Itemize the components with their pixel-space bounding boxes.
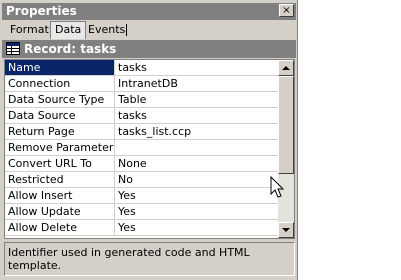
scroll-thumb[interactable] [278, 76, 294, 174]
property-value[interactable]: tasks [116, 60, 280, 75]
property-row[interactable]: Return Page tasks_list.ccp [5, 124, 280, 140]
property-name: Allow Update [5, 204, 115, 219]
property-value[interactable]: IntranetDB [116, 76, 280, 91]
vertical-scrollbar[interactable] [278, 60, 294, 238]
tab-events[interactable]: Events [84, 22, 129, 38]
property-value[interactable]: No [116, 172, 280, 187]
property-row[interactable]: Data Source tasks [5, 108, 280, 124]
title-bar[interactable]: Properties × [2, 3, 296, 20]
property-value[interactable]: Table [116, 92, 280, 107]
property-value[interactable]: Yes [116, 220, 280, 235]
close-icon: × [282, 5, 291, 16]
property-name: Remove Parameters [5, 140, 115, 155]
tab-format[interactable]: Format [6, 22, 53, 38]
property-name: Name [5, 60, 115, 75]
property-row[interactable]: Allow Insert Yes [5, 188, 280, 204]
property-description: Identifier used in generated code and HT… [4, 242, 295, 276]
window-title: Properties [6, 4, 77, 18]
tab-strip: Format Data Events [2, 21, 296, 39]
property-name: Return Page [5, 124, 115, 139]
record-grid-icon [6, 42, 20, 55]
property-value[interactable]: Yes [116, 204, 280, 219]
tab-data[interactable]: Data [50, 21, 87, 39]
properties-panel: Properties × Format Data Events Record: … [0, 0, 298, 280]
property-row[interactable]: Allow Delete Yes [5, 220, 280, 236]
property-name: Data Source Type [5, 92, 115, 107]
property-row[interactable]: Data Source Type Table [5, 92, 280, 108]
property-name: Connection [5, 76, 115, 91]
property-row[interactable]: Restricted No [5, 172, 280, 188]
record-header: Record: tasks [2, 40, 296, 58]
property-value[interactable]: tasks_list.ccp [116, 124, 280, 139]
property-row[interactable]: Name tasks [5, 60, 280, 76]
property-row[interactable]: Connection IntranetDB [5, 76, 280, 92]
arrow-down-icon [282, 228, 290, 232]
record-title: Record: tasks [24, 42, 117, 56]
property-name: Allow Insert [5, 188, 115, 203]
property-value[interactable]: Yes [116, 188, 280, 203]
arrow-up-icon [282, 66, 290, 70]
property-row[interactable]: Remove Parameters [5, 140, 280, 156]
tab-separator [126, 24, 127, 36]
property-value[interactable] [116, 140, 280, 155]
close-button[interactable]: × [279, 4, 294, 17]
property-name: Data Source [5, 108, 115, 123]
property-name: Restricted [5, 172, 115, 187]
property-row[interactable]: Convert URL To None [5, 156, 280, 172]
property-value[interactable]: tasks [116, 108, 280, 123]
property-row[interactable]: Allow Update Yes [5, 204, 280, 220]
scroll-up-button[interactable] [278, 60, 294, 76]
property-grid: Name tasks Connection IntranetDB Data So… [4, 59, 295, 239]
property-name: Allow Delete [5, 220, 115, 235]
property-value[interactable]: None [116, 156, 280, 171]
scroll-down-button[interactable] [278, 222, 294, 238]
property-name: Convert URL To [5, 156, 115, 171]
mouse-pointer-icon [270, 176, 284, 198]
